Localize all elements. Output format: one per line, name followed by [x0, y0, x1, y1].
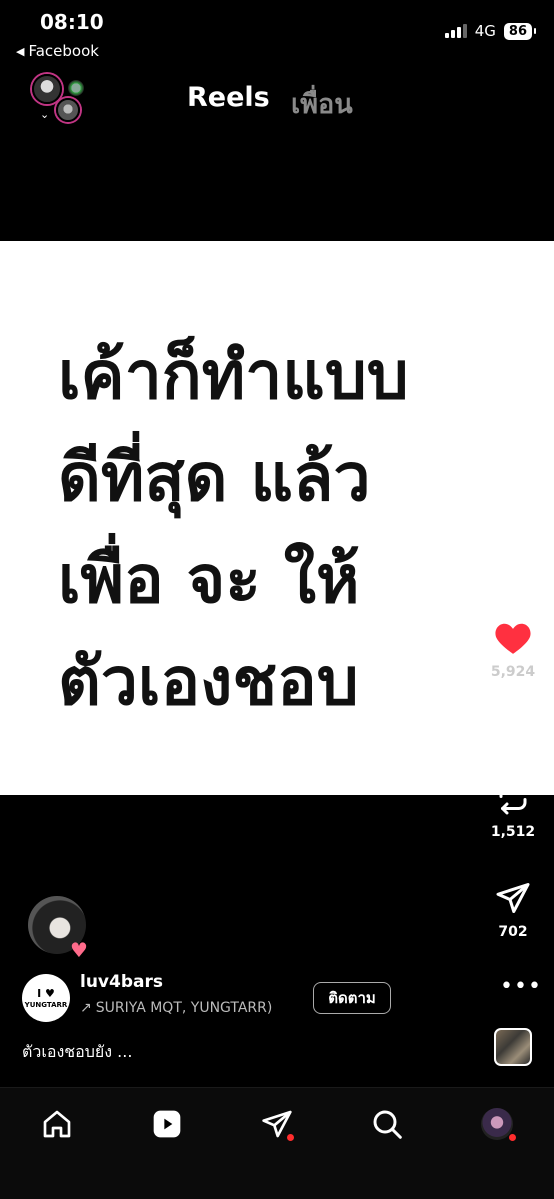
audio-thumbnail[interactable]	[494, 1028, 532, 1066]
account-switcher[interactable]: ⌄	[30, 72, 90, 124]
tab-reels[interactable]: Reels	[187, 82, 270, 113]
nav-home[interactable]	[37, 1104, 77, 1144]
notification-dot	[287, 1134, 294, 1141]
network-type: 4G	[474, 22, 496, 40]
logo-subtext: YUNGTARR	[24, 1001, 68, 1009]
video-overlay-text: เค้าก็ทำแบบ ดีที่สุด แล้ว เพื่อ จะ ให้ ต…	[58, 337, 409, 720]
nav-direct[interactable]	[257, 1104, 297, 1144]
nav-profile[interactable]	[477, 1104, 517, 1144]
status-time: 08:10	[40, 10, 104, 34]
repost-count: 1,512	[490, 824, 536, 840]
share-button[interactable]: 702	[483, 880, 543, 940]
collaborators-label: SURIYA MQT, YUNGTARR)	[95, 1000, 273, 1016]
send-icon	[496, 883, 530, 913]
back-to-app-link[interactable]: ◀ Facebook	[16, 42, 99, 60]
repost-icon	[499, 781, 527, 815]
collaborators[interactable]: ↗ SURIYA MQT, YUNGTARR)	[80, 1000, 298, 1016]
reel-video[interactable]: เค้าก็ทำแบบ ดีที่สุด แล้ว เพื่อ จะ ให้ ต…	[0, 241, 554, 795]
more-options-button[interactable]: •••	[500, 974, 542, 999]
repost-button[interactable]: 1,512	[483, 780, 543, 840]
author-logo[interactable]: I ♥ YUNGTARR	[22, 974, 70, 1022]
reels-icon	[153, 1110, 181, 1138]
collab-arrow-icon: ↗	[80, 1000, 92, 1016]
follow-button[interactable]: ติดตาม	[313, 982, 391, 1014]
signal-icon	[444, 24, 467, 38]
bottom-nav	[0, 1087, 554, 1199]
tab-friends[interactable]: เพื่อน	[291, 82, 353, 125]
nav-reels[interactable]	[147, 1104, 187, 1144]
heart-icon: ♥	[70, 938, 88, 962]
comment-button[interactable]	[483, 716, 543, 752]
chevron-down-icon: ⌄	[40, 108, 50, 121]
logo-text: I ♥	[37, 987, 55, 1000]
heart-icon	[495, 623, 531, 654]
notification-dot	[509, 1134, 516, 1141]
share-count: 702	[498, 924, 528, 940]
status-indicators: 4G 86	[444, 22, 537, 40]
nav-search[interactable]	[367, 1104, 407, 1144]
avatar	[481, 1108, 513, 1140]
back-arrow-icon: ◀	[16, 44, 25, 58]
home-icon	[43, 1110, 71, 1138]
caption[interactable]: ตัวเองชอบยัง ...	[22, 1040, 132, 1065]
battery-level: 86	[503, 22, 537, 40]
back-app-label: Facebook	[28, 42, 99, 60]
like-button[interactable]: 5,924	[483, 620, 543, 680]
search-icon	[373, 1110, 402, 1139]
author-name[interactable]: luv4bars	[80, 972, 163, 992]
comment-icon	[498, 718, 530, 751]
avatar	[32, 74, 62, 104]
avatar	[66, 78, 86, 98]
avatar	[56, 98, 80, 122]
like-count: 5,924	[490, 664, 536, 680]
